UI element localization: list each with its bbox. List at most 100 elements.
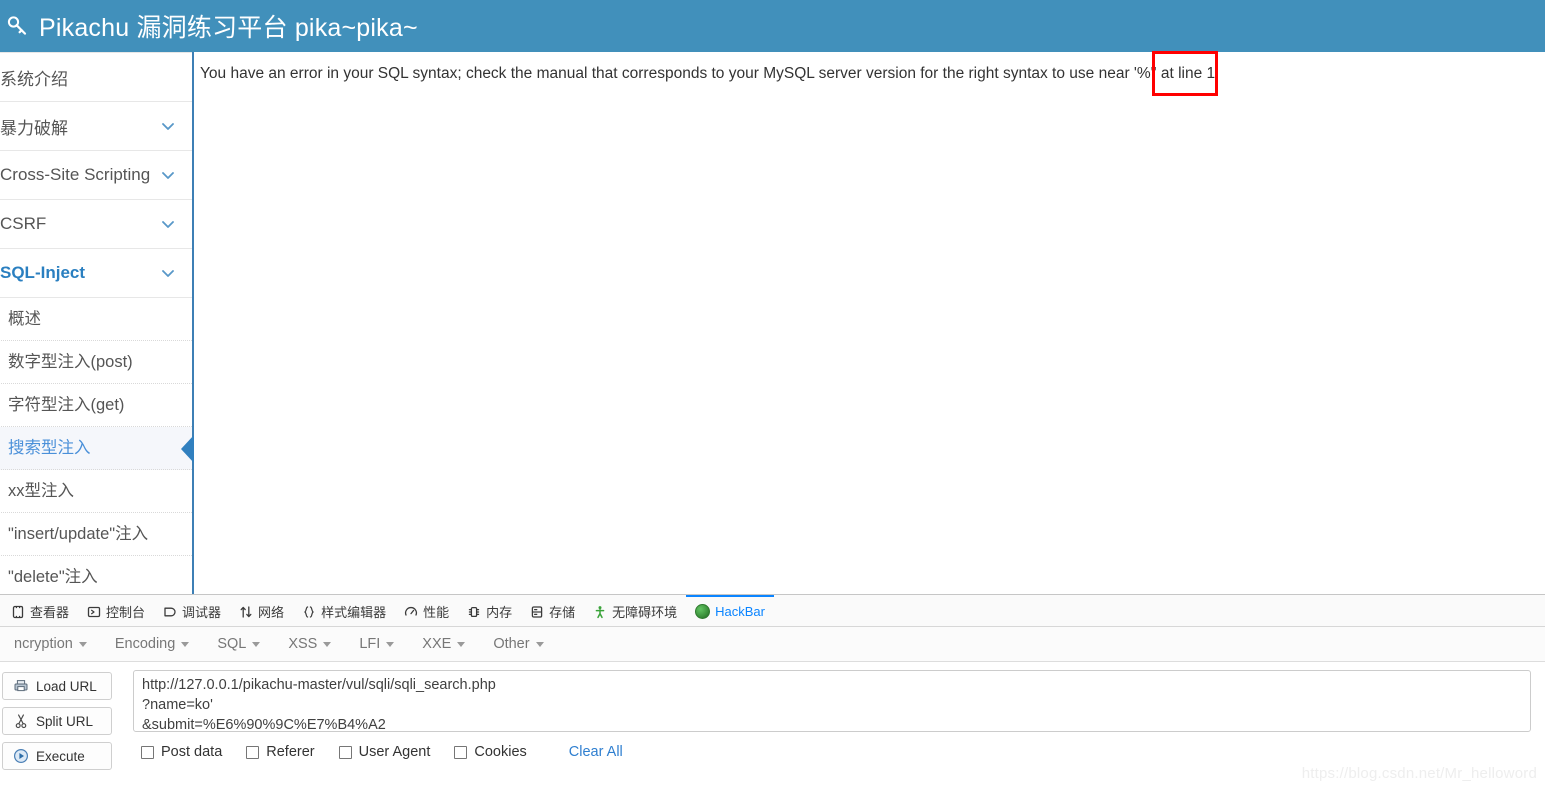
devtools-tab-network[interactable]: 网络 bbox=[230, 595, 293, 626]
performance-icon bbox=[404, 605, 418, 619]
devtools-tab-memory[interactable]: 内存 bbox=[458, 595, 521, 626]
watermark: https://blog.csdn.net/Mr_helloword bbox=[1301, 765, 1537, 782]
devtools-tab-debugger[interactable]: 调试器 bbox=[154, 595, 230, 626]
devtools-tab-style-editor[interactable]: 样式编辑器 bbox=[293, 595, 395, 626]
sidebar-subitem-label[interactable]: xx型注入 bbox=[0, 470, 192, 513]
load-url-button[interactable]: Load URL bbox=[2, 672, 112, 700]
hackbar-menu-label: XXE bbox=[422, 636, 452, 652]
sidebar-subitem-overview[interactable]: 概述 bbox=[0, 298, 192, 341]
sidebar-subitem-label[interactable]: "insert/update"注入 bbox=[0, 513, 192, 556]
hackbar-icon bbox=[695, 604, 711, 619]
devtools-tab-storage[interactable]: 存储 bbox=[521, 595, 584, 626]
devtools-panel: 查看器 控制台 调试器 网络 样式编辑器 性能 内存 存储 无障碍环境 Hack… bbox=[0, 594, 1545, 789]
sidebar-item-csrf[interactable]: CSRF bbox=[0, 200, 192, 249]
checkbox-box bbox=[338, 745, 352, 759]
devtools-tab-hackbar[interactable]: HackBar bbox=[686, 595, 774, 626]
hackbar-menu-sql[interactable]: SQL bbox=[203, 636, 274, 652]
devtools-tab-label: 存储 bbox=[549, 605, 576, 620]
post-data-checkbox[interactable]: Post data bbox=[141, 744, 222, 760]
devtools-tab-console[interactable]: 控制台 bbox=[78, 595, 154, 626]
chevron-down-icon bbox=[160, 216, 176, 232]
sidebar-subitem-label[interactable]: 字符型注入(get) bbox=[0, 384, 192, 427]
checkbox-label: Referer bbox=[266, 744, 315, 760]
hackbar-menu-other[interactable]: Other bbox=[479, 636, 557, 652]
sidebar-subitem-label[interactable]: 数字型注入(post) bbox=[0, 341, 192, 384]
hackbar-menu-lfi[interactable]: LFI bbox=[345, 636, 408, 652]
sidebar-subitem-string-get[interactable]: 字符型注入(get) bbox=[0, 384, 192, 427]
sidebar-section-link[interactable]: 暴力破解 bbox=[0, 102, 192, 150]
accessibility-icon bbox=[593, 605, 607, 619]
hackbar-menu-label: Other bbox=[493, 636, 530, 652]
hackbar-menubar: ncryption Encoding SQL XSS LFI XXE Other bbox=[0, 627, 1545, 662]
hackbar-menu-encryption[interactable]: ncryption bbox=[0, 636, 101, 652]
hackbar-options: Post data Referer User Agent Cookies Cle… bbox=[141, 744, 623, 760]
chevron-down-icon bbox=[386, 641, 395, 647]
hackbar-menu-xss[interactable]: XSS bbox=[274, 636, 345, 652]
chevron-down-icon bbox=[323, 641, 332, 647]
sidebar-section-link[interactable]: CSRF bbox=[0, 200, 192, 248]
devtools-tab-label: 调试器 bbox=[182, 605, 222, 620]
hackbar-menu-xxe[interactable]: XXE bbox=[408, 636, 479, 652]
chevron-down-icon bbox=[78, 641, 87, 647]
hackbar-menu-label: XSS bbox=[288, 636, 318, 652]
sidebar-section-link[interactable]: 系统介绍 bbox=[0, 53, 192, 101]
sidebar-item-system-intro[interactable]: 系统介绍 bbox=[0, 52, 192, 102]
sidebar-subitem-delete[interactable]: "delete"注入 bbox=[0, 556, 192, 594]
hackbar-body: Load URL Split URL Execute http://127.0.… bbox=[0, 662, 1545, 789]
execute-button[interactable]: Execute bbox=[2, 742, 112, 770]
sidebar-item-label: SQL-Inject bbox=[0, 263, 86, 282]
hackbar-menu-label: SQL bbox=[217, 636, 247, 652]
chevron-down-icon bbox=[160, 265, 176, 281]
devtools-tab-label: 查看器 bbox=[30, 605, 70, 620]
sidebar-subitem-search-inject[interactable]: 搜索型注入 bbox=[0, 427, 194, 470]
sidebar-subitem-label[interactable]: "delete"注入 bbox=[0, 556, 192, 594]
screen: Pikachu 漏洞练习平台 pika~pika~ 系统介绍 暴力破解 Cros… bbox=[0, 0, 1545, 789]
referer-checkbox[interactable]: Referer bbox=[246, 744, 315, 760]
scissors-icon bbox=[13, 713, 29, 729]
user-agent-checkbox[interactable]: User Agent bbox=[338, 744, 430, 760]
chevron-down-icon bbox=[181, 641, 190, 647]
play-icon bbox=[13, 748, 29, 764]
sidebar-subitem-insert-update[interactable]: "insert/update"注入 bbox=[0, 513, 192, 556]
sidebar-subitem-label[interactable]: 搜索型注入 bbox=[0, 427, 192, 470]
style-editor-icon bbox=[302, 605, 316, 619]
devtools-tab-label: 内存 bbox=[486, 605, 513, 620]
site-title-group: Pikachu 漏洞练习平台 pika~pika~ bbox=[0, 8, 418, 44]
sidebar-item-brute-force[interactable]: 暴力破解 bbox=[0, 102, 192, 151]
sidebar-subitem-label[interactable]: 概述 bbox=[0, 298, 192, 341]
chevron-down-icon bbox=[457, 641, 466, 647]
console-icon bbox=[87, 605, 101, 619]
cookies-checkbox[interactable]: Cookies bbox=[454, 744, 527, 760]
sidebar-item-sql-inject[interactable]: SQL-Inject bbox=[0, 249, 192, 298]
checkbox-box bbox=[141, 745, 154, 759]
hackbar-menu-label: ncryption bbox=[14, 636, 73, 652]
sidebar-item-xss[interactable]: Cross-Site Scripting bbox=[0, 151, 192, 200]
browser-content: Pikachu 漏洞练习平台 pika~pika~ 系统介绍 暴力破解 Cros… bbox=[0, 0, 1545, 594]
devtools-tab-performance[interactable]: 性能 bbox=[395, 595, 458, 626]
devtools-tab-inspector[interactable]: 查看器 bbox=[2, 595, 78, 626]
memory-icon bbox=[467, 605, 481, 619]
sidebar-section-link[interactable]: Cross-Site Scripting bbox=[0, 151, 192, 199]
chevron-down-icon bbox=[160, 118, 176, 134]
devtools-tab-label: 控制台 bbox=[106, 605, 146, 620]
checkbox-box bbox=[454, 745, 468, 759]
hackbar-menu-encoding[interactable]: Encoding bbox=[101, 636, 203, 652]
devtools-tab-label: 样式编辑器 bbox=[321, 605, 387, 620]
devtools-tab-accessibility[interactable]: 无障碍环境 bbox=[584, 595, 686, 626]
url-input[interactable]: http://127.0.0.1/pikachu-master/vul/sqli… bbox=[133, 670, 1531, 732]
clear-all-link[interactable]: Clear All bbox=[569, 744, 623, 760]
sidebar-subitem-numeric-post[interactable]: 数字型注入(post) bbox=[0, 341, 192, 384]
sidebar-section-link[interactable]: SQL-Inject bbox=[0, 249, 192, 297]
hackbar-button-label: Load URL bbox=[36, 678, 97, 694]
checkbox-box bbox=[246, 745, 260, 759]
sidebar-item-label: 系统介绍 bbox=[0, 69, 68, 89]
sql-error-message: You have an error in your SQL syntax; ch… bbox=[200, 65, 1216, 82]
devtools-tabbar: 查看器 控制台 调试器 网络 样式编辑器 性能 内存 存储 无障碍环境 Hack… bbox=[0, 595, 1545, 627]
split-url-button[interactable]: Split URL bbox=[2, 707, 112, 735]
chevron-down-icon bbox=[252, 641, 261, 647]
storage-icon bbox=[530, 605, 544, 619]
hackbar-menu-label: Encoding bbox=[114, 636, 176, 652]
network-icon bbox=[239, 605, 253, 619]
sidebar-item-label: 暴力破解 bbox=[0, 118, 68, 138]
sidebar-subitem-xx-inject[interactable]: xx型注入 bbox=[0, 470, 192, 513]
